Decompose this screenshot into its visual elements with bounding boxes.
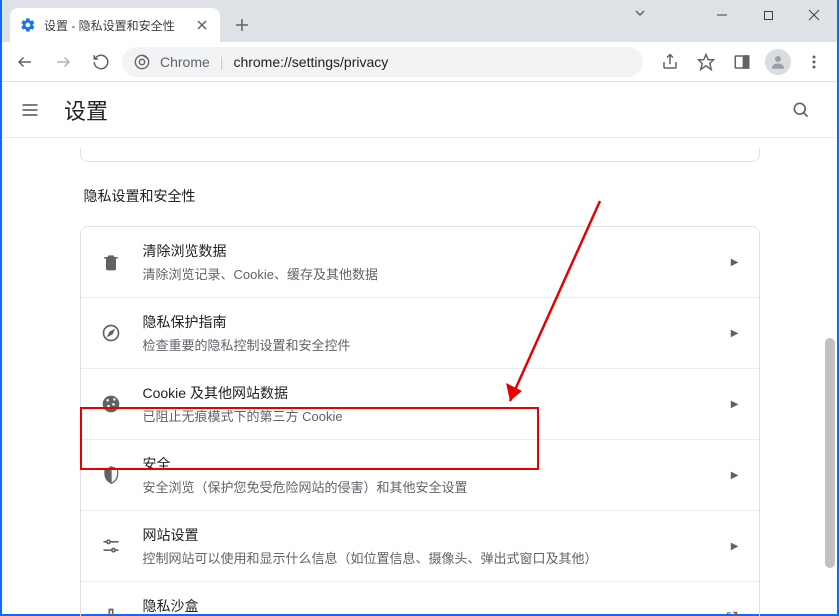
browser-toolbar: Chrome | chrome://settings/privacy <box>2 42 837 82</box>
search-button[interactable] <box>781 90 821 130</box>
window-titlebar: 设置 - 隐私设置和安全性 <box>2 0 837 42</box>
reload-button[interactable] <box>84 45 118 79</box>
row-title: 隐私沙盒 <box>143 596 703 616</box>
row-title: 安全 <box>143 454 709 474</box>
section-title: 隐私设置和安全性 <box>84 186 760 206</box>
share-icon[interactable] <box>653 45 687 79</box>
chrome-icon <box>134 54 150 70</box>
chevron-right-icon: ▶ <box>731 541 739 552</box>
tab-search-icon[interactable] <box>633 6 647 20</box>
menu-button[interactable] <box>797 45 831 79</box>
flask-icon <box>101 607 121 616</box>
side-panel-icon[interactable] <box>725 45 759 79</box>
vertical-scrollbar[interactable] <box>821 138 837 616</box>
forward-button[interactable] <box>46 45 80 79</box>
privacy-card: 清除浏览数据 清除浏览记录、Cookie、缓存及其他数据 ▶ 隐私保护指南 检查… <box>80 226 760 616</box>
url-path: chrome://settings/privacy <box>233 54 388 70</box>
shield-icon <box>101 465 121 485</box>
trash-icon <box>101 252 121 272</box>
settings-header: 设置 <box>2 82 837 138</box>
gear-icon <box>20 17 36 33</box>
row-sub: 清除浏览记录、Cookie、缓存及其他数据 <box>143 264 709 283</box>
row-title: Cookie 及其他网站数据 <box>143 383 709 403</box>
row-site-settings[interactable]: 网站设置 控制网站可以使用和显示什么信息（如位置信息、摄像头、弹出式窗口及其他）… <box>81 510 759 581</box>
tab-title: 设置 - 隐私设置和安全性 <box>44 17 186 34</box>
bookmark-icon[interactable] <box>689 45 723 79</box>
row-privacy-guide[interactable]: 隐私保护指南 检查重要的隐私控制设置和安全控件 ▶ <box>81 297 759 368</box>
page-title: 设置 <box>64 94 108 126</box>
scrollbar-thumb[interactable] <box>825 338 835 568</box>
row-privacy-sandbox[interactable]: 隐私沙盒 试用版功能已关闭 <box>81 581 759 616</box>
external-link-icon <box>725 610 739 616</box>
avatar-icon <box>765 49 791 75</box>
settings-content: 隐私设置和安全性 清除浏览数据 清除浏览记录、Cookie、缓存及其他数据 ▶ <box>2 138 837 616</box>
row-sub: 已阻止无痕模式下的第三方 Cookie <box>143 406 709 425</box>
cookie-icon <box>101 394 121 414</box>
profile-button[interactable] <box>761 45 795 79</box>
tune-icon <box>101 536 121 556</box>
browser-tab[interactable]: 设置 - 隐私设置和安全性 <box>10 8 220 42</box>
compass-icon <box>101 323 121 343</box>
menu-icon[interactable] <box>18 98 42 122</box>
new-tab-button[interactable] <box>228 11 256 39</box>
row-sub: 安全浏览（保护您免受危险网站的侵害）和其他安全设置 <box>143 477 709 496</box>
url-host: Chrome <box>160 54 210 70</box>
chevron-right-icon: ▶ <box>731 328 739 339</box>
chevron-right-icon: ▶ <box>731 399 739 410</box>
row-title: 网站设置 <box>143 525 709 545</box>
row-title: 清除浏览数据 <box>143 241 709 261</box>
previous-card-edge <box>80 148 760 162</box>
row-cookies[interactable]: Cookie 及其他网站数据 已阻止无痕模式下的第三方 Cookie ▶ <box>81 368 759 439</box>
row-clear-browsing-data[interactable]: 清除浏览数据 清除浏览记录、Cookie、缓存及其他数据 ▶ <box>81 227 759 297</box>
address-bar[interactable]: Chrome | chrome://settings/privacy <box>122 47 643 77</box>
back-button[interactable] <box>8 45 42 79</box>
url-separator: | <box>220 54 224 70</box>
chevron-right-icon: ▶ <box>731 470 739 481</box>
row-sub: 检查重要的隐私控制设置和安全控件 <box>143 335 709 354</box>
window-maximize-button[interactable] <box>745 0 791 30</box>
window-close-button[interactable] <box>791 0 837 30</box>
row-sub: 控制网站可以使用和显示什么信息（如位置信息、摄像头、弹出式窗口及其他） <box>143 548 709 567</box>
chevron-right-icon: ▶ <box>731 257 739 268</box>
row-title: 隐私保护指南 <box>143 312 709 332</box>
close-tab-icon[interactable] <box>194 17 210 33</box>
row-security[interactable]: 安全 安全浏览（保护您免受危险网站的侵害）和其他安全设置 ▶ <box>81 439 759 510</box>
window-minimize-button[interactable] <box>699 0 745 30</box>
